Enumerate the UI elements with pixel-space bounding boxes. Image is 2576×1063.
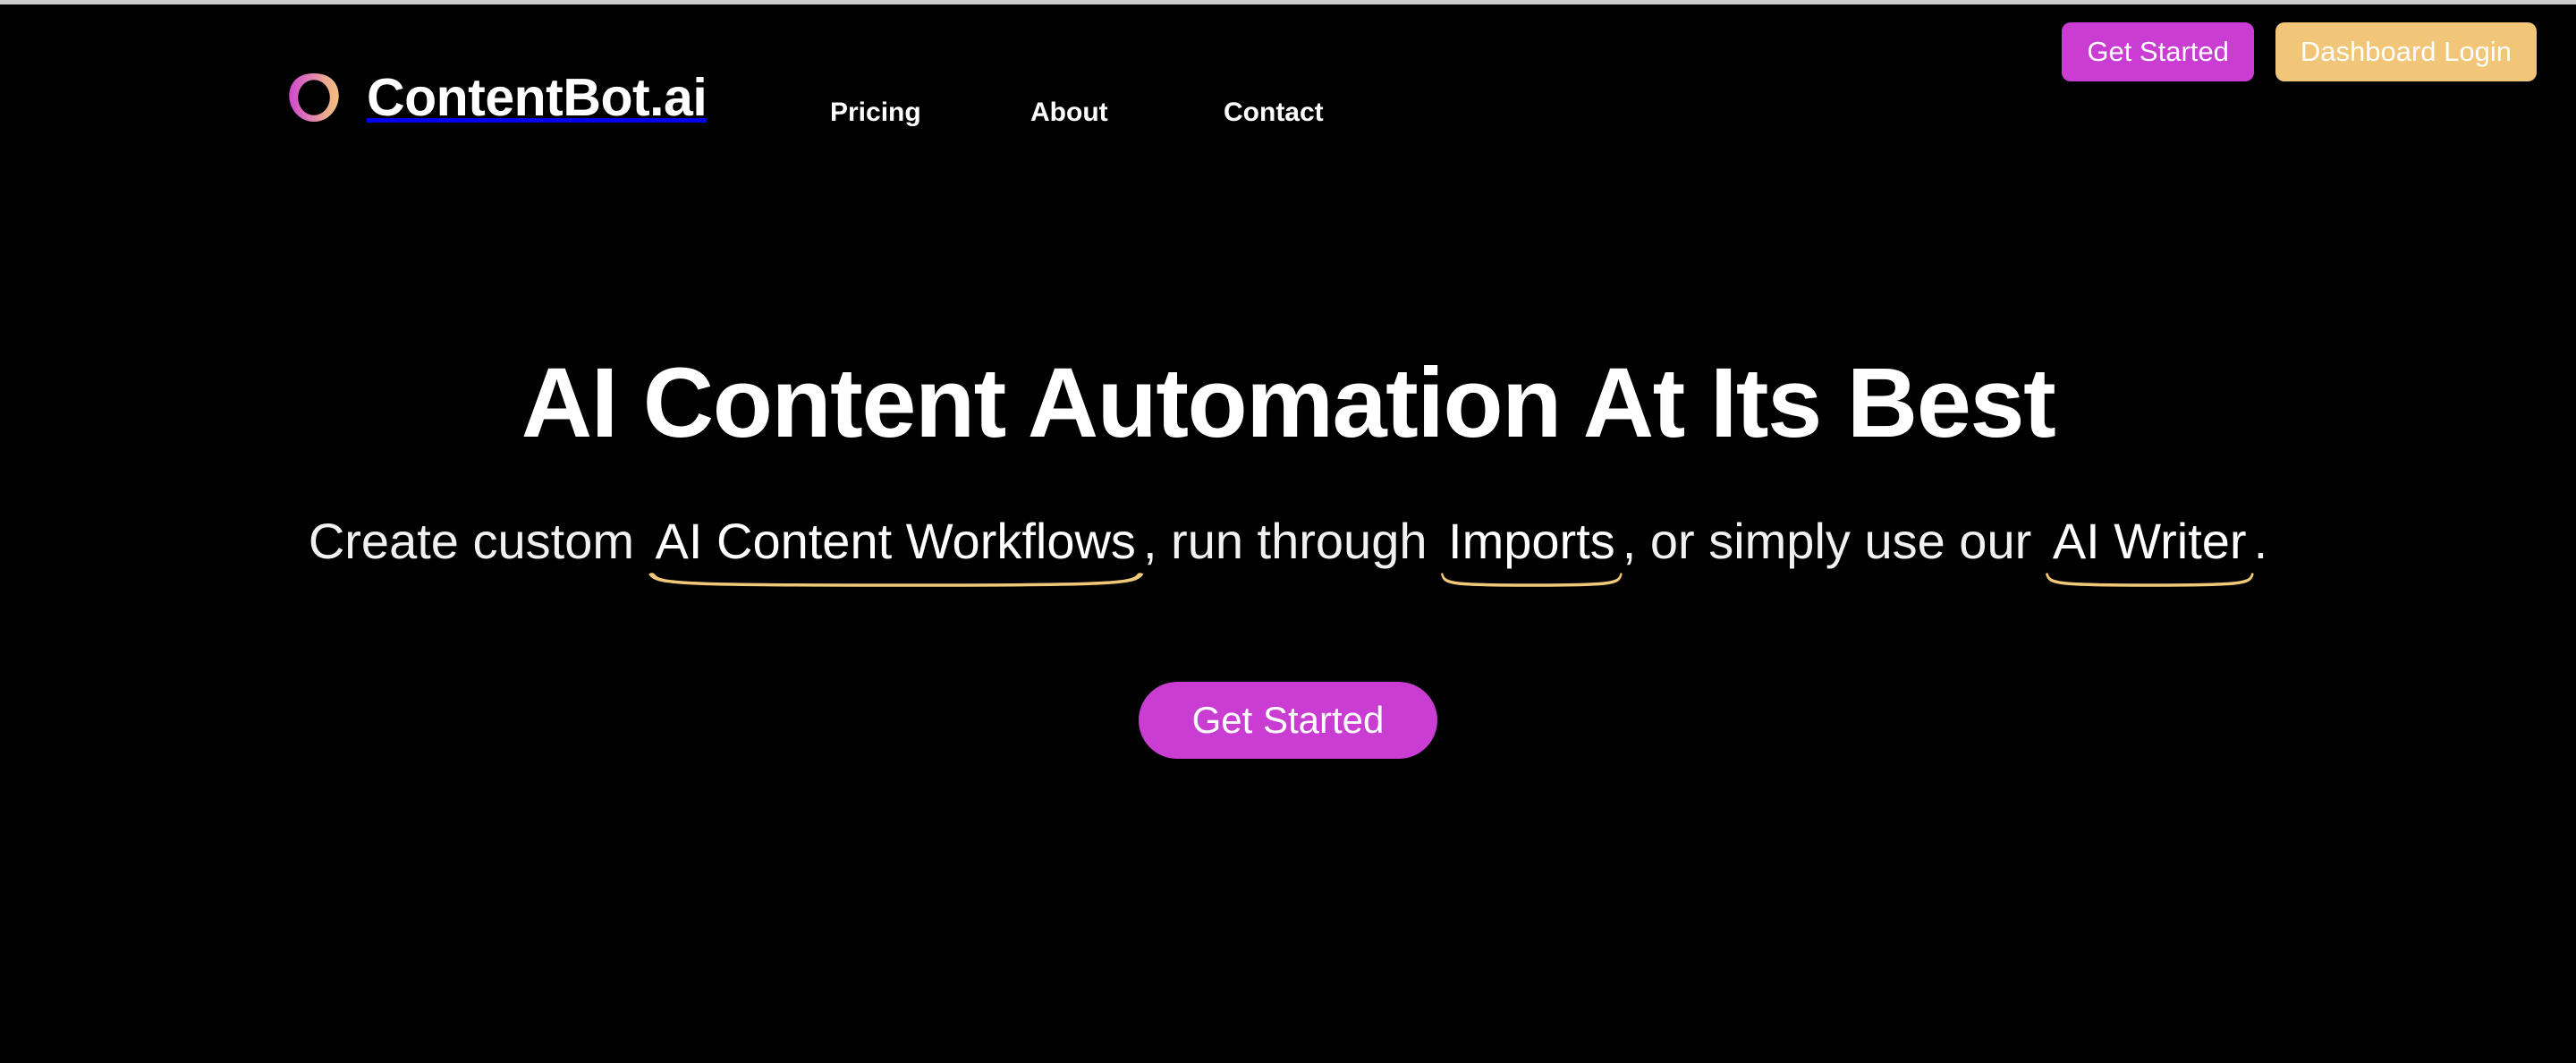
hero-sub-text-1: Create custom [308,513,634,569]
hero-subheading: Create custom AI Content Workflows , run… [0,510,2576,587]
primary-navigation: Pricing About Contact [830,99,1324,126]
hero-link-ai-writer[interactable]: AI Writer [2046,510,2254,587]
brand-name: ContentBot.ai [367,67,708,127]
page-root: ContentBot.ai Pricing About Contact Get … [0,0,2576,1063]
brand-logo-link[interactable]: ContentBot.ai [284,65,708,130]
nav-item-about[interactable]: About [1030,99,1224,126]
hero-link-imports[interactable]: Imports [1441,510,1623,587]
hero-link-ai-content-workflows[interactable]: AI Content Workflows [648,510,1143,587]
gradient-ring-logo-icon [284,68,343,127]
dashboard-login-button[interactable]: Dashboard Login [2275,22,2537,81]
underline-curve-icon [648,573,1143,587]
hero-link-label-ai-writer: AI Writer [2052,513,2247,569]
hero-sub-text-3: , or simply use our [1622,513,2032,569]
hero-get-started-button[interactable]: Get Started [1138,682,1438,759]
site-header: ContentBot.ai Pricing About Contact Get … [0,4,2576,170]
hero-cta-container: Get Started [0,682,2576,759]
underline-curve-icon [2046,573,2254,587]
header-action-buttons: Get Started Dashboard Login [2062,22,2537,81]
hero-link-label-imports: Imports [1448,513,1615,569]
header-get-started-button[interactable]: Get Started [2062,22,2254,81]
nav-item-pricing[interactable]: Pricing [830,99,1030,126]
hero-link-label-workflows: AI Content Workflows [655,513,1136,569]
hero-headline: AI Content Automation At Its Best [521,348,2056,458]
underline-curve-icon [1441,573,1623,587]
hero-sub-text-4: . [2253,513,2268,569]
nav-item-contact[interactable]: Contact [1224,99,1324,126]
hero-sub-text-2: , run through [1142,513,1428,569]
